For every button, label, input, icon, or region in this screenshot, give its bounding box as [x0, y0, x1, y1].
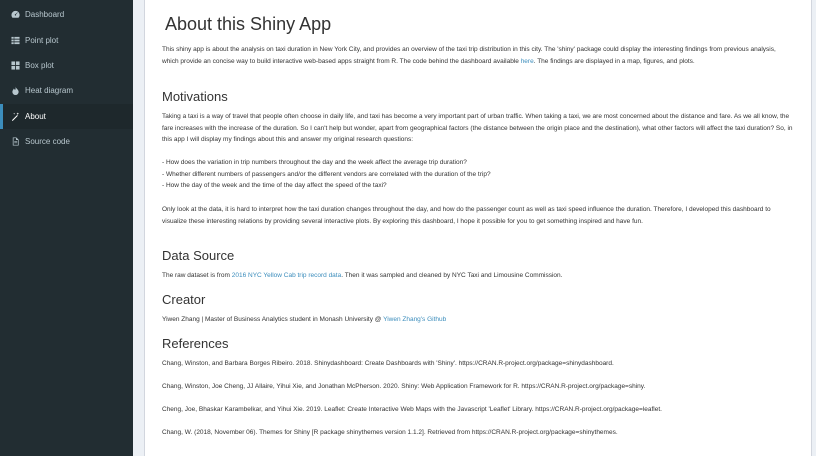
page-title: About this Shiny App [165, 14, 332, 34]
sidebar-item-about[interactable]: About [0, 104, 133, 129]
fire-icon [10, 86, 20, 96]
sidebar-item-label: Heat diagram [25, 86, 74, 95]
question-item: - How does the variation in trip numbers… [162, 159, 467, 166]
motivations-paragraph-2: Only look at the data, it is hard to int… [162, 206, 771, 225]
data-source-paragraph: The raw dataset is from 2016 NYC Yellow … [162, 270, 794, 282]
motivations-heading: Motivations [162, 89, 228, 104]
sidebar-item-dashboard[interactable]: Dashboard [0, 2, 133, 27]
reference-item: Chang, Winston, and Barbara Borges Ribei… [162, 360, 614, 367]
main-content: About this Shiny App This shiny app is a… [133, 0, 816, 456]
code-link[interactable]: here [521, 58, 534, 65]
sidebar-item-label: Point plot [25, 36, 59, 45]
question-item: - How the day of the week and the time o… [162, 182, 387, 189]
data-source-text: The raw dataset is from [162, 272, 232, 279]
github-link[interactable]: Yiwen Zhang's Github [383, 316, 446, 323]
sidebar-item-point-plot[interactable]: Point plot [0, 28, 133, 53]
sidebar-item-heat-diagram[interactable]: Heat diagram [0, 78, 133, 103]
creator-paragraph: Yiwen Zhang | Master of Business Analyti… [162, 314, 794, 326]
reference-item: Chang, W. (2018, November 06). Themes fo… [162, 429, 618, 436]
sidebar-item-label: Box plot [25, 61, 54, 70]
sidebar: Dashboard Point plot Box plot Heat diagr… [0, 0, 133, 456]
reference-item: Chang, Winston, Joe Cheng, JJ Allaire, Y… [162, 383, 646, 390]
about-box: About this Shiny App This shiny app is a… [144, 0, 812, 456]
wand-icon [10, 112, 20, 122]
data-source-text-end: . Then it was sampled and cleaned by NYC… [341, 272, 563, 279]
sidebar-item-box-plot[interactable]: Box plot [0, 53, 133, 78]
creator-heading: Creator [162, 292, 206, 307]
sidebar-item-label: About [25, 112, 46, 121]
references-heading: References [162, 336, 229, 351]
file-icon [10, 137, 20, 147]
data-source-heading: Data Source [162, 248, 235, 263]
intro-paragraph: This shiny app is about the analysis on … [162, 44, 794, 67]
dashboard-icon [10, 10, 20, 20]
motivations-paragraph: Taking a taxi is a way of travel that pe… [162, 113, 793, 143]
reference-item: Cheng, Joe, Bhaskar Karambelkar, and Yih… [162, 406, 662, 413]
sidebar-item-label: Dashboard [25, 10, 65, 19]
intro-text-end: . The findings are displayed in a map, f… [533, 57, 695, 65]
sidebar-item-source-code[interactable]: Source code [0, 129, 133, 154]
table-icon [10, 61, 20, 71]
creator-text: Yiwen Zhang | Master of Business Analyti… [162, 316, 384, 323]
question-item: - Whether different numbers of passenger… [162, 170, 491, 178]
dataset-link[interactable]: 2016 NYC Yellow Cab trip record data [232, 272, 341, 279]
sidebar-item-label: Source code [25, 137, 70, 146]
grid-icon [10, 36, 20, 46]
